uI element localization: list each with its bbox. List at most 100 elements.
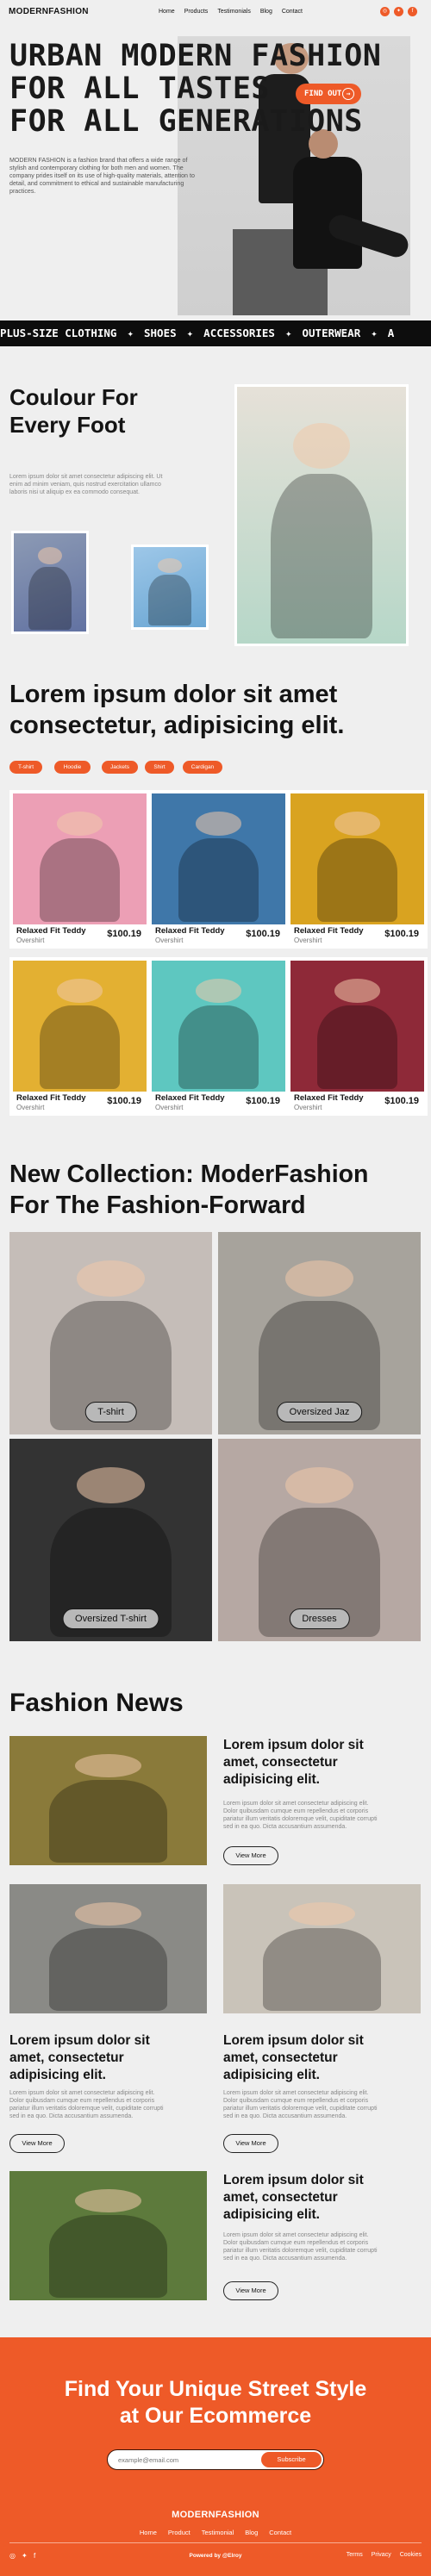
marquee-item: ACCESSORIES: [203, 327, 275, 339]
news-body-3: Lorem ipsum dolor sit amet consectetur a…: [223, 2090, 378, 2119]
instagram-icon[interactable]: ◎: [380, 7, 390, 16]
news-image-2[interactable]: [9, 1884, 207, 2013]
footer-cta-line-1: Find Your Unique Street Style: [64, 2377, 367, 2401]
filter-chip-cardigan[interactable]: Cardigan: [183, 761, 222, 774]
product-image: [290, 961, 424, 1092]
news-body-2: Lorem ipsum dolor sit amet consectetur a…: [9, 2090, 164, 2119]
product-price: $100.19: [107, 929, 141, 939]
legal-links: Terms Privacy Cookies: [347, 2552, 422, 2558]
nav-products[interactable]: Products: [184, 9, 209, 15]
filter-chip-tshirt[interactable]: T-shirt: [9, 761, 42, 774]
footer-nav-blog[interactable]: Blog: [245, 2529, 258, 2536]
site-header: MODERNFASHION Home Products Testimonials…: [0, 0, 431, 26]
product-card[interactable]: Relaxed Fit Teddy Overshirt $100.19: [148, 957, 289, 1116]
collection-card[interactable]: Oversized Jaz: [218, 1232, 421, 1434]
product-name: Relaxed Fit Teddy: [155, 926, 225, 936]
news-heading-3: Lorem ipsum dolor sit amet, consectetur ad…: [223, 2032, 422, 2084]
products-title-line-1: Lorem ipsum dolor sit amet: [9, 681, 338, 708]
colour-title-line-1: Coulour For: [9, 384, 138, 410]
product-price: $100.19: [384, 1096, 419, 1106]
hero-description: MODERN FASHION is a fashion brand that o…: [9, 157, 195, 195]
footer-nav-testimonial[interactable]: Testimonial: [202, 2529, 234, 2536]
news-image-3[interactable]: [223, 1884, 421, 2013]
news-heading-line: adipisicing elit.: [223, 2068, 320, 2082]
product-sub: Overshirt: [155, 936, 184, 944]
main-nav: Home Products Testimonials Blog Contact: [159, 9, 303, 15]
news-heading-line: amet, consectetur: [223, 2190, 338, 2205]
marquee-item: A: [387, 327, 395, 339]
news-image-1[interactable]: [9, 1736, 207, 1865]
find-out-button[interactable]: FIND OUT →: [296, 84, 361, 104]
footer-nav-product[interactable]: Product: [168, 2529, 191, 2536]
collection-label[interactable]: Oversized T-shirt: [62, 1608, 159, 1629]
collection-label[interactable]: T-shirt: [84, 1402, 137, 1422]
cookies-link[interactable]: Cookies: [400, 2552, 422, 2558]
product-name: Relaxed Fit Teddy: [16, 926, 86, 936]
product-sub: Overshirt: [294, 936, 322, 944]
collection-card[interactable]: Oversized T-shirt: [9, 1439, 212, 1641]
product-card[interactable]: Relaxed Fit Teddy Overshirt $100.19: [9, 957, 150, 1116]
news-heading-line: adipisicing elit.: [9, 2068, 106, 2082]
product-image: [290, 793, 424, 924]
collection-card[interactable]: T-shirt: [9, 1232, 212, 1434]
subscribe-button[interactable]: Subscribe: [261, 2452, 322, 2467]
product-card[interactable]: Relaxed Fit Teddy Overshirt $100.19: [9, 790, 150, 949]
news-heading-line: Lorem ipsum dolor sit: [223, 2033, 364, 2048]
news-heading-line: Lorem ipsum dolor sit: [9, 2033, 150, 2048]
view-more-button-2[interactable]: View More: [9, 2134, 65, 2153]
news-heading-line: Lorem ipsum dolor sit: [223, 2173, 364, 2187]
view-more-button-1[interactable]: View More: [223, 1846, 278, 1865]
product-name: Relaxed Fit Teddy: [155, 1093, 225, 1103]
filter-chip-jackets[interactable]: Jackets: [102, 761, 138, 774]
collection-label[interactable]: Oversized Jaz: [276, 1402, 363, 1422]
news-image-4[interactable]: [9, 2171, 207, 2300]
product-image: [13, 793, 147, 924]
product-sub: Overshirt: [16, 936, 45, 944]
star-icon: ✦: [127, 327, 134, 339]
footer-nav-contact[interactable]: Contact: [269, 2529, 291, 2536]
nav-testimonials[interactable]: Testimonials: [217, 9, 251, 15]
product-image: [13, 961, 147, 1092]
find-out-label: FIND OUT: [304, 90, 342, 98]
twitter-icon[interactable]: ✦: [394, 7, 403, 16]
collection-label[interactable]: Dresses: [289, 1608, 350, 1629]
footer-nav-home[interactable]: Home: [140, 2529, 157, 2536]
colour-description: Lorem ipsum dolor sit amet consectetur a…: [9, 474, 163, 495]
nav-blog[interactable]: Blog: [260, 9, 272, 15]
footer-logo[interactable]: MODERNFASHION: [0, 2510, 431, 2520]
star-icon: ✦: [186, 327, 194, 339]
news-heading-line: amet, consectetur: [9, 2050, 124, 2065]
footer-divider: [9, 2542, 422, 2543]
brand-logo[interactable]: MODERNFASHION: [9, 7, 89, 16]
product-sub: Overshirt: [294, 1104, 322, 1111]
product-image: [152, 793, 285, 924]
footer-cta-line-2: at Our Ecommerce: [119, 2404, 312, 2428]
news-heading-1: Lorem ipsum dolor sit amet, consectetur ad…: [223, 1737, 422, 1789]
view-more-button-4[interactable]: View More: [223, 2281, 278, 2300]
privacy-link[interactable]: Privacy: [372, 2552, 391, 2558]
product-name: Relaxed Fit Teddy: [16, 1093, 86, 1103]
email-input[interactable]: [118, 2454, 247, 2467]
news-heading-line: Lorem ipsum dolor sit: [223, 1738, 364, 1752]
terms-link[interactable]: Terms: [347, 2552, 363, 2558]
site-footer: Find Your Unique Street Style at Our Ecom…: [0, 2337, 431, 2576]
filter-chip-shirt[interactable]: Shirt: [145, 761, 174, 774]
product-card[interactable]: Relaxed Fit Teddy Overshirt $100.19: [287, 957, 428, 1116]
product-card[interactable]: Relaxed Fit Teddy Overshirt $100.19: [148, 790, 289, 949]
products-title-line-2: consectetur, adipisicing elit.: [9, 712, 345, 739]
product-image: [152, 961, 285, 1092]
product-price: $100.19: [384, 929, 419, 939]
filter-chip-hoodie[interactable]: Hoodie: [54, 761, 91, 774]
collection-title-line-1: New Collection: ModerFashion: [9, 1160, 369, 1188]
facebook-icon[interactable]: f: [408, 7, 417, 16]
nav-home[interactable]: Home: [159, 9, 175, 15]
news-body-1: Lorem ipsum dolor sit amet consectetur a…: [223, 1801, 378, 1830]
arrow-right-icon: →: [342, 88, 354, 100]
colour-photo-small-1: [11, 531, 89, 634]
colour-photo-small-2: [131, 544, 209, 630]
category-marquee: PLUS-SIZE CLOTHING ✦ SHOES ✦ ACCESSORIES ✦ OUT…: [0, 320, 431, 346]
collection-card[interactable]: Dresses: [218, 1439, 421, 1641]
view-more-button-3[interactable]: View More: [223, 2134, 278, 2153]
nav-contact[interactable]: Contact: [282, 9, 303, 15]
product-card[interactable]: Relaxed Fit Teddy Overshirt $100.19: [287, 790, 428, 949]
